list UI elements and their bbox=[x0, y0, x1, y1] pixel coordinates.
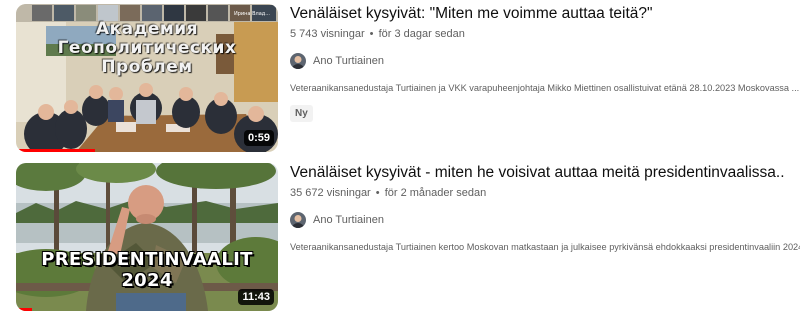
video-info: Venäläiset kysyivät - miten he voisivat … bbox=[290, 163, 800, 253]
watch-progress-bar bbox=[16, 308, 32, 311]
video-result-1[interactable]: Ирина Влад... Академия Геополитических П… bbox=[16, 4, 800, 152]
video-metadata: 5 743 visningar • för 3 dagar sedan bbox=[290, 28, 465, 40]
video-title[interactable]: Venäläiset kysyivät - miten he voisivat … bbox=[290, 163, 790, 183]
video-duration: 0:59 bbox=[243, 130, 274, 146]
upload-age: för 2 månader sedan bbox=[384, 187, 487, 199]
channel-link[interactable]: Ano Turtiainen bbox=[290, 51, 790, 71]
thumbnail-caption-line: Академия bbox=[95, 19, 199, 39]
new-badge: Ny bbox=[290, 105, 313, 122]
view-count: 5 743 visningar bbox=[290, 28, 365, 40]
channel-avatar[interactable] bbox=[290, 53, 306, 69]
thumbnail-caption-line: Геополитических bbox=[57, 38, 237, 58]
upload-age: för 3 dagar sedan bbox=[378, 28, 465, 40]
video-title[interactable]: Venäläiset kysyivät: "Miten me voimme au… bbox=[290, 4, 790, 24]
video-result-2[interactable]: PRESIDENTINVAALIT 2024 11:43 Venäläiset … bbox=[16, 163, 800, 311]
view-count: 35 672 visningar bbox=[290, 187, 371, 199]
video-info: Venäläiset kysyivät: "Miten me voimme au… bbox=[290, 4, 800, 122]
video-description: Veteraanikansanedustaja Turtiainen kerto… bbox=[290, 242, 800, 252]
thumbnail-caption-line: PRESIDENTINVAALIT bbox=[41, 249, 253, 270]
thumbnail-caption-line: 2024 bbox=[121, 270, 173, 291]
video-metadata: 35 672 visningar • för 2 månader sedan bbox=[290, 187, 487, 199]
video-thumbnail[interactable]: Ирина Влад... Академия Геополитических П… bbox=[16, 4, 278, 152]
video-thumbnail[interactable]: PRESIDENTINVAALIT 2024 11:43 bbox=[16, 163, 278, 311]
thumbnail-caption: Академия Геополитических Проблем bbox=[16, 20, 278, 77]
thumbnail-name-tag: Ирина Влад... bbox=[234, 11, 270, 17]
channel-avatar[interactable] bbox=[290, 212, 306, 228]
channel-name[interactable]: Ano Turtiainen bbox=[313, 55, 384, 67]
thumbnail-caption: PRESIDENTINVAALIT 2024 bbox=[16, 249, 278, 291]
thumbnail-caption-line: Проблем bbox=[101, 57, 193, 77]
video-duration: 11:43 bbox=[238, 289, 274, 305]
channel-link[interactable]: Ano Turtiainen bbox=[290, 210, 790, 230]
channel-name[interactable]: Ano Turtiainen bbox=[313, 214, 384, 226]
watch-progress-bar bbox=[16, 149, 95, 152]
video-description: Veteraanikansanedustaja Turtiainen ja VK… bbox=[290, 83, 800, 93]
